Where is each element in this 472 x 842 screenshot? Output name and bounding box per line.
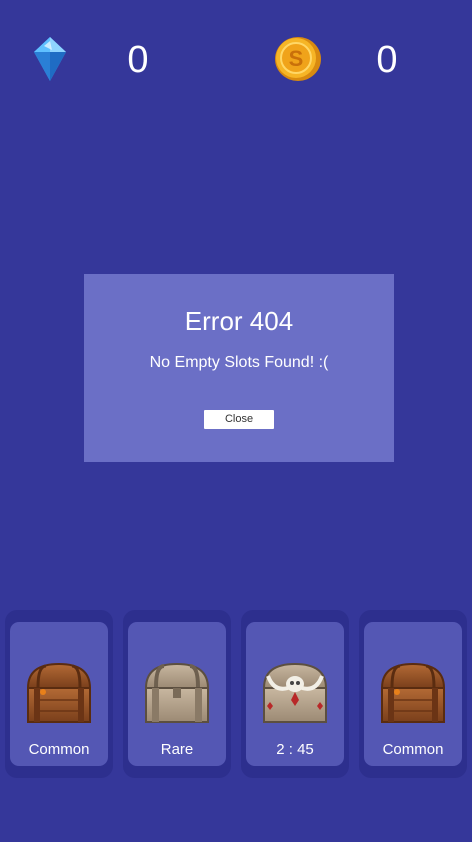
slot-card[interactable]: Rare <box>128 622 226 766</box>
gold-coin-icon: S <box>275 37 321 81</box>
error-dialog: Error 404 No Empty Slots Found! :( Close <box>84 274 394 462</box>
slot-label: Common <box>28 741 90 758</box>
dialog-message: No Empty Slots Found! :( <box>149 354 329 371</box>
slot-label: Common <box>382 741 444 758</box>
chest-slot-2[interactable]: Rare <box>123 610 231 778</box>
slot-card[interactable]: 2 : 45 <box>246 622 344 766</box>
gem-count: 0 <box>127 39 149 81</box>
slot-card[interactable]: Common <box>10 622 108 766</box>
svg-text:S: S <box>289 46 304 71</box>
slot-timer: 2 : 45 <box>276 741 314 758</box>
close-button[interactable]: Close <box>204 410 274 429</box>
wooden-chest-icon <box>380 662 446 723</box>
chest-slot-1[interactable]: Common <box>5 610 113 778</box>
chest-slot-4[interactable]: Common <box>359 610 467 778</box>
chest-slot-3[interactable]: 2 : 45 <box>241 610 349 778</box>
skull-chest-icon <box>262 662 328 723</box>
slot-label: Rare <box>160 741 194 758</box>
wooden-chest-icon <box>26 662 92 723</box>
dialog-title: Error 404 <box>184 306 294 336</box>
coin-count: 0 <box>376 39 398 81</box>
slot-card[interactable]: Common <box>364 622 462 766</box>
stone-chest-icon <box>144 662 210 723</box>
diamond-gem-icon <box>34 37 66 81</box>
